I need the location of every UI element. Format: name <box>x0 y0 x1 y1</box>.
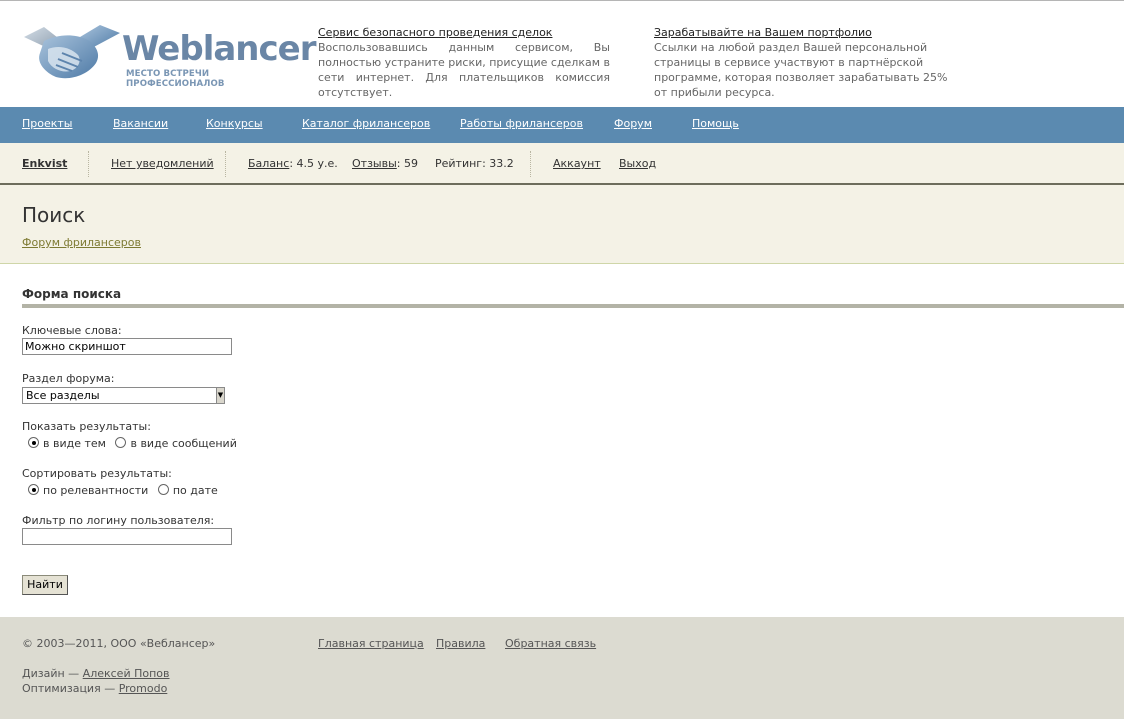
radio-show-messages-label: в виде сообщений <box>130 437 237 450</box>
keywords-label: Ключевые слова: <box>22 324 122 337</box>
nav-item-freelancer-works[interactable]: Работы фрилансеров <box>460 117 583 130</box>
design-credit: Дизайн — Алексей Попов <box>22 667 170 680</box>
handshake-logo-icon <box>24 25 120 79</box>
logout-link[interactable]: Выход <box>619 157 656 170</box>
sort-results-options: по релевантности по дате <box>28 484 218 497</box>
nav-item-contests[interactable]: Конкурсы <box>206 117 263 130</box>
breadcrumb: Форум фрилансеров <box>22 236 141 249</box>
main-nav: Проекты Вакансии Конкурсы Каталог фрилан… <box>0 107 1124 143</box>
username-link[interactable]: Enkvist <box>22 157 67 170</box>
search-form-title: Форма поиска <box>22 287 122 301</box>
promo-portfolio-text: Ссылки на любой раздел Вашей персонально… <box>654 41 948 99</box>
nav-item-help[interactable]: Помощь <box>692 117 739 130</box>
forum-section-select[interactable]: Все разделы ▼ <box>22 387 225 404</box>
divider <box>225 151 226 177</box>
select-arrow-icon[interactable]: ▼ <box>216 388 224 403</box>
radio-unchecked-icon[interactable] <box>115 437 127 448</box>
radio-sort-relevance[interactable]: по релевантности <box>28 484 148 497</box>
reviews-link[interactable]: Отзывы <box>352 157 397 170</box>
user-filter-label: Фильтр по логину пользователя: <box>22 514 215 527</box>
copyright: © 2003—2011, ООО «Веблансер» <box>22 637 216 650</box>
user-bar: Enkvist Нет уведомлений Баланс: 4.5 у.е.… <box>0 143 1124 185</box>
radio-checked-icon[interactable] <box>28 437 39 448</box>
page-header: Поиск Форум фрилансеров <box>0 185 1124 264</box>
sort-results-label: Сортировать результаты: <box>22 467 172 480</box>
show-results-options: в виде тем в виде сообщений <box>28 437 237 450</box>
reviews-value: : 59 <box>396 157 418 170</box>
account-link[interactable]: Аккаунт <box>553 157 601 170</box>
promo-safe-deal-link[interactable]: Сервис безопасного проведения сделок <box>318 25 610 40</box>
rating: Рейтинг: 33.2 <box>435 157 514 170</box>
radio-sort-date-label: по дате <box>172 484 218 497</box>
radio-show-topics[interactable]: в виде тем <box>28 437 106 450</box>
designer-link[interactable]: Алексей Попов <box>83 667 170 680</box>
forum-section-value: Все разделы <box>26 389 100 402</box>
radio-unchecked-icon[interactable] <box>157 484 169 495</box>
balance-link[interactable]: Баланс <box>248 157 289 170</box>
nav-item-forum[interactable]: Форум <box>614 117 652 130</box>
promodo-link[interactable]: Promodo <box>119 682 168 695</box>
optimization-credit: Оптимизация — Promodo <box>22 682 167 695</box>
balance-value: : 4.5 у.е. <box>289 157 338 170</box>
radio-show-topics-label: в виде тем <box>43 437 106 450</box>
forum-section-label: Раздел форума: <box>22 372 115 385</box>
page-title: Поиск <box>22 203 86 227</box>
notifications-link[interactable]: Нет уведомлений <box>111 157 214 170</box>
site-logo[interactable]: Weblancer МЕСТО ВСТРЕЧИ ПРОФЕССИОНАЛОВ <box>22 23 316 89</box>
radio-sort-date[interactable]: по дате <box>157 484 218 497</box>
form-title-rule <box>22 304 1124 308</box>
breadcrumb-forum-link[interactable]: Форум фрилансеров <box>22 236 141 249</box>
logo-tagline: МЕСТО ВСТРЕЧИ ПРОФЕССИОНАЛОВ <box>126 69 225 89</box>
reviews: Отзывы: 59 <box>352 157 418 170</box>
promo-safe-deal: Сервис безопасного проведения сделок Вос… <box>318 25 610 100</box>
promo-portfolio: Зарабатывайте на Вашем портфолио Ссылки … <box>654 25 954 100</box>
keywords-input[interactable]: Можно скриншот <box>22 338 232 355</box>
radio-sort-relevance-label: по релевантности <box>43 484 149 497</box>
footer-link-feedback[interactable]: Обратная связь <box>505 637 596 650</box>
divider <box>530 151 531 177</box>
radio-checked-icon[interactable] <box>28 484 39 495</box>
footer-link-rules[interactable]: Правила <box>436 637 485 650</box>
user-filter-input[interactable] <box>22 528 232 545</box>
promo-portfolio-link[interactable]: Зарабатывайте на Вашем портфолио <box>654 25 954 40</box>
logo-wordmark: Weblancer <box>122 29 316 69</box>
design-prefix: Дизайн — <box>22 667 83 680</box>
nav-item-projects[interactable]: Проекты <box>22 117 73 130</box>
divider <box>88 151 89 177</box>
show-results-label: Показать результаты: <box>22 420 151 433</box>
footer: © 2003—2011, ООО «Веблансер» Главная стр… <box>0 617 1124 719</box>
search-submit-button[interactable]: Найти <box>22 575 68 595</box>
optimization-prefix: Оптимизация — <box>22 682 119 695</box>
balance: Баланс: 4.5 у.е. <box>248 157 338 170</box>
nav-item-freelancer-catalog[interactable]: Каталог фрилансеров <box>302 117 430 130</box>
promo-safe-deal-text: Воспользовавшись данным сервисом, Вы пол… <box>318 41 611 99</box>
nav-item-vacancies[interactable]: Вакансии <box>113 117 168 130</box>
radio-show-messages[interactable]: в виде сообщений <box>115 437 237 450</box>
footer-link-home[interactable]: Главная страница <box>318 637 424 650</box>
header: Weblancer МЕСТО ВСТРЕЧИ ПРОФЕССИОНАЛОВ С… <box>0 1 1124 107</box>
